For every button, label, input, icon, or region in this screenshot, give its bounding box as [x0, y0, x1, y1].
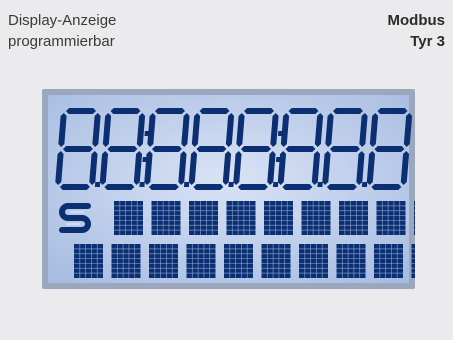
product-card: Display-Anzeige programmierbar Modbus Ty…	[0, 0, 453, 340]
lcd-decimal-point	[183, 182, 190, 187]
lcd-matrix-cell	[74, 244, 103, 278]
lcd-segment	[326, 184, 357, 190]
lcd-segment	[155, 108, 185, 114]
lcd-segment	[151, 146, 182, 152]
lcd-matrix-cell	[224, 244, 253, 278]
lcd-decimal-point	[94, 182, 101, 187]
lcd-segment	[104, 184, 135, 190]
lcd-matrix-cell	[336, 244, 366, 278]
lcd-decimal-point	[317, 182, 323, 187]
lcd-segment	[66, 108, 96, 114]
lcd-matrix-cell	[376, 201, 406, 235]
lcd-matrix-cell	[226, 201, 256, 235]
lcd-segment	[374, 146, 405, 152]
lcd-segment	[110, 108, 141, 114]
lcd-decimal-point	[139, 182, 145, 187]
lcd-segment	[377, 108, 408, 114]
lcd-segment	[240, 146, 271, 152]
model-line-2: Tyr 3	[410, 33, 445, 50]
lcd-svg	[42, 89, 415, 289]
model-label: Modbus Tyr 3	[388, 10, 446, 52]
lcd-segment	[148, 184, 179, 190]
feature-description: Display-Anzeige programmierbar	[8, 10, 116, 52]
lcd-segment	[371, 184, 402, 190]
lcd-matrix-cell	[264, 201, 293, 235]
lcd-segment	[244, 108, 274, 114]
lcd-decimal-point	[228, 182, 234, 187]
lcd-matrix-cell	[261, 244, 291, 278]
lcd-matrix-cell	[151, 201, 181, 235]
lcd-segment	[196, 146, 227, 152]
lcd-decimal-point	[272, 182, 279, 187]
lcd-matrix-cell	[111, 244, 141, 278]
lcd-matrix-cell	[189, 201, 218, 235]
lcd-matrix-cell	[186, 244, 216, 278]
lcd-segment	[237, 184, 268, 190]
lcd-matrix-cell	[301, 201, 331, 235]
lcd-decimal-point	[361, 182, 368, 187]
lcd-segment	[107, 146, 138, 152]
lcd-matrix-cell	[374, 244, 403, 278]
description-line-1: Display-Anzeige	[8, 12, 117, 29]
lcd-segment	[282, 184, 313, 190]
lcd-segment	[62, 146, 93, 152]
lcd-matrix-cell	[411, 244, 415, 278]
lcd-matrix-cell	[339, 201, 368, 235]
lcd-matrix-cell	[149, 244, 178, 278]
lcd-segment	[59, 184, 90, 190]
lcd-segment	[329, 146, 360, 152]
lcd-matrix-cell	[414, 201, 415, 235]
lcd-segment	[333, 108, 363, 114]
description-line-2: programmierbar	[8, 33, 115, 50]
lcd-matrix-cell	[114, 201, 143, 235]
lcd-segment	[199, 108, 230, 114]
model-line-1: Modbus	[387, 12, 446, 29]
lcd-display	[42, 89, 415, 289]
lcd-matrix-cell	[299, 244, 328, 278]
lcd-segment	[193, 184, 224, 190]
lcd-segment	[285, 146, 316, 152]
lcd-segment	[288, 108, 319, 114]
